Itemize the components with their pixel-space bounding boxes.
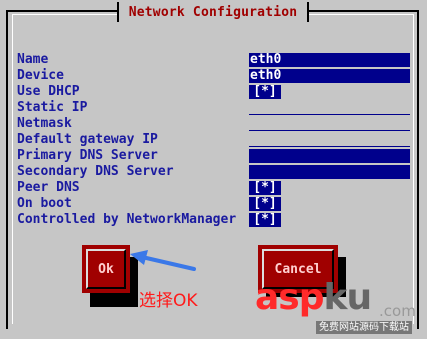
label-use-dhcp: Use DHCP (17, 84, 80, 99)
label-on-boot: On boot (17, 196, 72, 211)
device-input[interactable]: eth0 (249, 69, 410, 83)
watermark-brand-gray: ku (323, 277, 373, 318)
label-default-gateway: Default gateway IP (17, 132, 158, 147)
label-peer-dns: Peer DNS (17, 180, 80, 195)
secondary-dns-input[interactable] (249, 165, 410, 179)
field-inputs: eth0 eth0 [*] [*] [*] [*] (249, 52, 411, 228)
annotation-text: 选择OK (139, 291, 198, 311)
field-labels: Name Device Use DHCP Static IP Netmask D… (17, 52, 247, 228)
label-static-ip: Static IP (17, 100, 88, 115)
ok-button[interactable]: Ok (82, 245, 130, 293)
use-dhcp-checkbox[interactable]: [*] (249, 85, 281, 99)
label-primary-dns: Primary DNS Server (17, 148, 158, 163)
ok-button-label: Ok (98, 261, 114, 277)
name-input[interactable]: eth0 (249, 53, 410, 67)
networkmanager-checkbox[interactable]: [*] (249, 213, 281, 227)
label-secondary-dns: Secondary DNS Server (17, 164, 174, 179)
on-boot-checkbox[interactable]: [*] (249, 197, 281, 211)
watermark-logo: aspku (255, 277, 373, 318)
dialog-title-bar: Network Configuration (117, 2, 309, 22)
primary-dns-input[interactable] (249, 149, 410, 163)
watermark-tagline: 免费网站源码下载站 (316, 321, 412, 334)
static-ip-input[interactable] (249, 114, 410, 115)
netmask-input[interactable] (249, 130, 410, 131)
dialog-title: Network Configuration (128, 5, 298, 20)
label-netmask: Netmask (17, 116, 72, 131)
network-config-dialog: Network Configuration Name Device Use DH… (0, 0, 427, 339)
label-name: Name (17, 52, 49, 67)
annotation-arrow-icon (130, 250, 196, 271)
label-device: Device (17, 68, 64, 83)
peer-dns-checkbox[interactable]: [*] (249, 181, 281, 195)
watermark-brand-red: asp (255, 277, 324, 318)
label-networkmanager: Controlled by NetworkManager (17, 212, 237, 227)
cancel-button-label: Cancel (274, 261, 322, 277)
default-gateway-input[interactable] (249, 146, 410, 147)
watermark-tld: .com (379, 302, 416, 320)
